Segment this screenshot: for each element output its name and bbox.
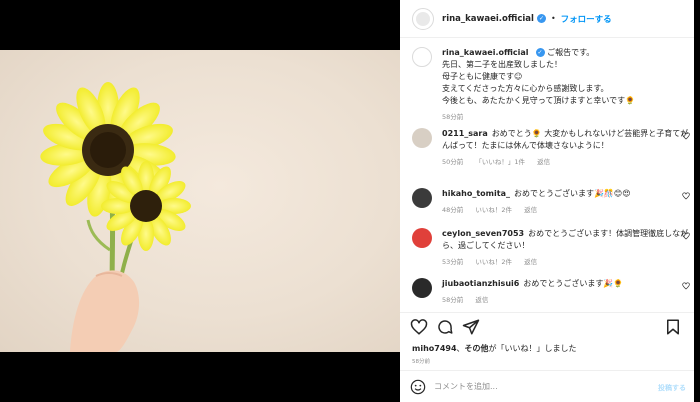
caption-text: rina_kawaei.official ✓ ご報告です。 先日、第二子を出産致し… xyxy=(442,47,692,107)
post-time: 58分前 xyxy=(412,359,430,365)
comment-item: hikaho_tomita_ おめでとうございます🎉🎊😊😍 48分前 いいね！2件… xyxy=(412,188,692,214)
share-icon[interactable] xyxy=(462,318,480,336)
comment-text: hikaho_tomita_ おめでとうございます🎉🎊😊😍 xyxy=(442,188,692,200)
reply-button[interactable]: 返信 xyxy=(475,296,488,304)
comment-meta: 48分前 いいね！2件 返信 xyxy=(442,204,692,214)
post-photo-panel xyxy=(0,0,400,402)
comment-time: 58分前 xyxy=(442,296,464,304)
window-edge xyxy=(694,0,700,402)
heart-icon[interactable] xyxy=(682,192,690,200)
comment-meta: 58分前 返信 xyxy=(442,294,692,304)
caption-line: 母子ともに健康です☺︎ xyxy=(442,72,523,81)
comment-username[interactable]: jiubaotianzhisui6 xyxy=(442,279,519,288)
caption-line: ご報告です。 xyxy=(547,48,595,57)
comment-username[interactable]: 0211_sara xyxy=(442,129,488,138)
comment-username[interactable]: ceylon_seven7053 xyxy=(442,229,524,238)
avatar[interactable] xyxy=(412,47,432,67)
comment-likes[interactable]: いいね！2件 xyxy=(475,206,512,214)
post-comment-button[interactable]: 投稿する xyxy=(658,383,686,393)
caption-meta: 58分前 xyxy=(442,111,692,121)
comment-time: 50分前 xyxy=(442,158,464,166)
comment-time: 53分前 xyxy=(442,258,464,266)
comment-time: 48分前 xyxy=(442,206,464,214)
avatar-image xyxy=(416,11,430,26)
likes-text: が「いいね！」しました xyxy=(488,344,577,353)
verified-icon: ✓ xyxy=(535,48,545,57)
post-side-panel: rina_kawaei.official ✓ • フォローする rina_kaw… xyxy=(400,0,700,402)
comment-likes[interactable]: いいね！2件 xyxy=(475,258,512,266)
reply-button[interactable]: 返信 xyxy=(524,206,537,214)
comment-item: jiubaotianzhisui6 おめでとうございます🎉🌻 58分前 返信 xyxy=(412,278,692,304)
sunflower-illustration xyxy=(40,82,191,352)
bookmark-icon[interactable] xyxy=(664,318,682,336)
comment-likes[interactable]: 「いいね！」1件 xyxy=(475,158,525,166)
caption-line: 先日、第二子を出産致しました！ xyxy=(442,60,562,69)
avatar[interactable] xyxy=(412,128,432,148)
comment-username[interactable]: hikaho_tomita_ xyxy=(442,189,510,198)
comment-text: 0211_sara おめでとう🌻 大変かもしれないけど芸能界と子育てがんばって！た… xyxy=(442,128,692,152)
post-username[interactable]: rina_kawaei.official xyxy=(442,14,534,24)
comment-input[interactable] xyxy=(434,382,654,391)
heart-icon[interactable] xyxy=(410,318,428,336)
post-photo[interactable] xyxy=(0,50,400,352)
emoji-icon[interactable] xyxy=(410,379,426,395)
comment-body: おめでとうございます🎉🎊😊😍 xyxy=(513,189,631,198)
comment-text: ceylon_seven7053 おめでとうございます！体調管理徹底しながら、過ご… xyxy=(442,228,692,252)
comment-composer: 投稿する xyxy=(400,370,700,402)
separator-dot: • xyxy=(550,14,556,23)
comment-item: ceylon_seven7053 おめでとうございます！体調管理徹底しながら、過ご… xyxy=(412,228,692,266)
heart-icon[interactable] xyxy=(682,132,690,140)
likes-summary: miho7494、その他が「いいね！」しました xyxy=(412,343,577,354)
caption-line: 支えてくださった方々に心から感謝致します。 xyxy=(442,84,609,93)
comment-meta: 53分前 いいね！2件 返信 xyxy=(442,256,692,266)
verified-icon: ✓ xyxy=(536,14,546,23)
liker-username[interactable]: miho7494 xyxy=(412,344,457,353)
caption-time: 58分前 xyxy=(442,113,464,121)
caption: rina_kawaei.official ✓ ご報告です。 先日、第二子を出産致し… xyxy=(412,47,692,121)
avatar[interactable] xyxy=(412,188,432,208)
comment-body: おめでとうございます🎉🌻 xyxy=(523,279,624,288)
avatar[interactable] xyxy=(412,278,432,298)
avatar[interactable] xyxy=(412,228,432,248)
comment-text: jiubaotianzhisui6 おめでとうございます🎉🌻 xyxy=(442,278,692,290)
heart-icon[interactable] xyxy=(682,282,690,290)
likes-separator: 、 xyxy=(456,344,465,353)
follow-button[interactable]: フォローする xyxy=(561,13,612,25)
caption-username[interactable]: rina_kawaei.official xyxy=(442,48,529,57)
post-header: rina_kawaei.official ✓ • フォローする xyxy=(400,0,700,38)
action-bar xyxy=(400,312,700,340)
comment-icon[interactable] xyxy=(436,318,454,336)
reply-button[interactable]: 返信 xyxy=(537,158,550,166)
likes-others[interactable]: その他 xyxy=(465,344,489,353)
comment-meta: 50分前 「いいね！」1件 返信 xyxy=(442,156,692,166)
caption-line: 今後とも、あたたかく見守って頂けますと幸いです🌻 xyxy=(442,96,636,105)
reply-button[interactable]: 返信 xyxy=(524,258,537,266)
avatar[interactable] xyxy=(412,7,434,30)
comments-list[interactable]: rina_kawaei.official ✓ ご報告です。 先日、第二子を出産致し… xyxy=(400,38,700,310)
heart-icon[interactable] xyxy=(682,232,690,240)
comment-item: 0211_sara おめでとう🌻 大変かもしれないけど芸能界と子育てがんばって！た… xyxy=(412,128,692,166)
